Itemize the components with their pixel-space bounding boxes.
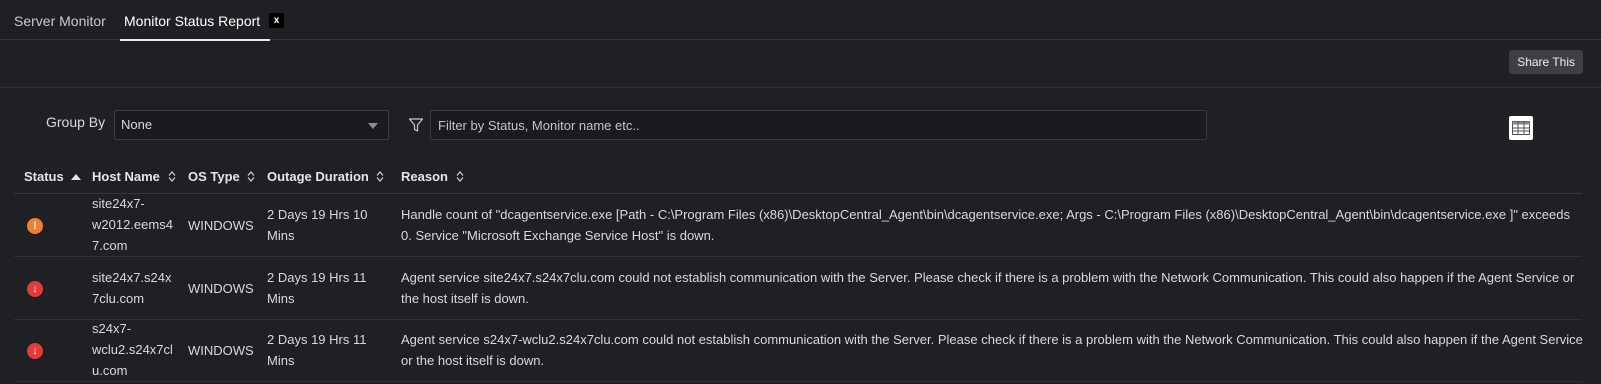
reason-cell: Agent service s24x7-wclu2.s24x7clu.com c… [401, 329, 1583, 371]
column-label: Host Name [92, 169, 160, 184]
os-type-cell: WINDOWS [188, 218, 254, 233]
column-header-reason[interactable]: Reason [401, 160, 464, 194]
trouble-status-icon: ! [27, 218, 43, 234]
column-header-host-name[interactable]: Host Name [92, 160, 176, 194]
host-name-line: 7clu.com [92, 291, 145, 306]
tab-monitor-status-report[interactable]: Monitor Status Report [120, 0, 271, 41]
down-arrow-status-icon: ↓ [27, 281, 43, 297]
sort-icon [247, 171, 255, 183]
report-header [0, 41, 1601, 88]
column-label: Reason [401, 169, 448, 184]
column-label: Outage Duration [267, 169, 369, 184]
table-row[interactable]: ↓ site24x7.s24x 7clu.com WINDOWS 2 Days … [14, 258, 1582, 320]
outage-duration-cell: 2 Days 19 Hrs 11 Mins [267, 329, 366, 371]
column-header-status[interactable]: Status [24, 160, 82, 194]
table-columns-icon [1512, 121, 1530, 135]
sort-icon [168, 171, 176, 183]
duration-line: 2 Days 19 Hrs 11 [267, 332, 367, 347]
close-tab-button[interactable]: x [269, 13, 284, 28]
column-header-outage-duration[interactable]: Outage Duration [267, 160, 384, 194]
table-header: Status Host Name OS Type Outage Duration… [14, 160, 1582, 194]
host-name-cell[interactable]: s24x7- wclu2.s24x7cl u.com [92, 318, 173, 381]
host-name-line: site24x7- [92, 196, 145, 211]
table-row[interactable]: ! site24x7- w2012.eems4 7.com WINDOWS 2 … [14, 195, 1582, 257]
duration-line: Mins [267, 291, 295, 306]
reason-cell: Handle count of "dcagentservice.exe [Pat… [401, 204, 1570, 246]
reason-line: Handle count of "dcagentservice.exe [Pat… [401, 207, 1570, 222]
host-name-line: wclu2.s24x7cl [92, 342, 173, 357]
group-by-value: None [121, 117, 153, 132]
sort-icon [456, 171, 464, 183]
duration-line: Mins [267, 228, 295, 243]
column-label: OS Type [188, 169, 240, 184]
chevron-down-icon [368, 123, 378, 129]
reason-line: or the host itself is down. [401, 353, 545, 368]
down-arrow-status-icon: ↓ [27, 343, 43, 359]
sort-icon [376, 171, 384, 183]
duration-line: Mins [267, 353, 295, 368]
outage-duration-cell: 2 Days 19 Hrs 10 Mins [267, 204, 367, 246]
column-label: Status [24, 169, 64, 184]
host-name-line: 7.com [92, 238, 128, 253]
group-by-select[interactable]: None [114, 110, 389, 140]
group-by-label: Group By [46, 114, 106, 130]
host-name-line: w2012.eems4 [92, 217, 173, 232]
share-button[interactable]: Share This [1509, 50, 1583, 74]
filter-icon [408, 118, 424, 132]
sort-ascending-icon [71, 173, 82, 180]
os-type-cell: WINDOWS [188, 343, 254, 358]
tab-server-monitor[interactable]: Server Monitor [14, 0, 106, 40]
reason-line: Agent service s24x7-wclu2.s24x7clu.com c… [401, 332, 1583, 347]
host-name-line: site24x7.s24x [92, 270, 172, 285]
reason-line: the host itself is down. [401, 291, 529, 306]
tab-bar: Server Monitor Monitor Status Report x [0, 0, 1601, 41]
host-name-cell[interactable]: site24x7- w2012.eems4 7.com [92, 193, 173, 256]
column-header-os-type[interactable]: OS Type [188, 160, 255, 194]
tab-label: Monitor Status Report [124, 13, 261, 29]
host-name-line: s24x7- [92, 321, 132, 336]
host-name-line: u.com [92, 363, 128, 378]
reason-cell: Agent service site24x7.s24x7clu.com coul… [401, 267, 1574, 309]
host-name-cell[interactable]: site24x7.s24x 7clu.com [92, 267, 172, 309]
reason-line: 0. Service "Microsoft Exchange Service H… [401, 228, 715, 243]
duration-line: 2 Days 19 Hrs 10 [267, 207, 368, 222]
filter-search-input[interactable] [430, 110, 1207, 140]
table-row[interactable]: ↓ s24x7- wclu2.s24x7cl u.com WINDOWS 2 D… [14, 318, 1583, 382]
column-chooser-button[interactable] [1509, 116, 1533, 140]
duration-line: 2 Days 19 Hrs 11 [267, 270, 367, 285]
outage-duration-cell: 2 Days 19 Hrs 11 Mins [267, 267, 366, 309]
reason-line: Agent service site24x7.s24x7clu.com coul… [401, 270, 1575, 285]
os-type-cell: WINDOWS [188, 281, 254, 296]
